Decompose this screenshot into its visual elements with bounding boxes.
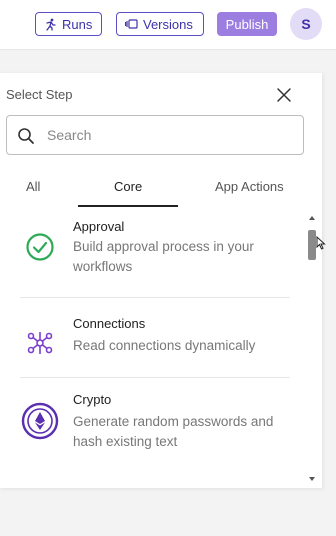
select-step-panel: Select Step All Core App Actions Approva…	[0, 73, 322, 488]
divider	[20, 297, 290, 298]
step-list: Approval Build approval process in your …	[0, 211, 322, 488]
step-name: Approval	[73, 219, 125, 234]
publish-button[interactable]: Publish	[217, 12, 277, 36]
tab-core[interactable]: Core	[114, 179, 142, 194]
tab-app-actions[interactable]: App Actions	[215, 179, 284, 194]
network-nodes-icon	[20, 323, 60, 363]
step-item-approval[interactable]: Approval Build approval process in your …	[0, 211, 300, 297]
active-tab-indicator	[78, 205, 178, 207]
scroll-up-arrow-icon[interactable]	[309, 216, 315, 220]
runner-icon	[46, 18, 56, 31]
step-name: Connections	[73, 316, 146, 331]
step-description: Build approval process in your workflows	[73, 239, 254, 274]
avatar[interactable]: S	[290, 8, 322, 40]
search-field[interactable]	[6, 115, 304, 155]
search-input[interactable]	[47, 124, 287, 146]
step-item-connections[interactable]: Connections Read connections dynamically	[0, 311, 300, 391]
step-name: Crypto	[73, 392, 112, 407]
versions-icon	[125, 19, 138, 29]
step-item-crypto[interactable]: Crypto Generate random passwords and has…	[0, 391, 300, 481]
scroll-thumb[interactable]	[308, 230, 316, 260]
ethereum-icon	[20, 401, 60, 441]
close-icon[interactable]	[276, 87, 292, 103]
versions-button[interactable]: Versions	[116, 12, 204, 36]
search-icon	[18, 128, 34, 144]
runs-label: Runs	[62, 16, 93, 32]
runs-button[interactable]: Runs	[35, 12, 102, 36]
top-toolbar: Runs Versions Publish S	[0, 0, 336, 50]
divider	[20, 377, 290, 378]
step-description: Read connections dynamically	[73, 338, 256, 353]
scroll-down-arrow-icon[interactable]	[309, 477, 315, 481]
scrollbar[interactable]	[307, 216, 317, 481]
tab-all[interactable]: All	[26, 179, 40, 194]
mouse-cursor-icon	[316, 236, 326, 250]
versions-label: Versions	[143, 16, 193, 32]
check-circle-icon	[20, 227, 60, 267]
panel-title: Select Step	[6, 87, 73, 102]
step-description: Generate random passwords and hash exist…	[73, 414, 274, 449]
